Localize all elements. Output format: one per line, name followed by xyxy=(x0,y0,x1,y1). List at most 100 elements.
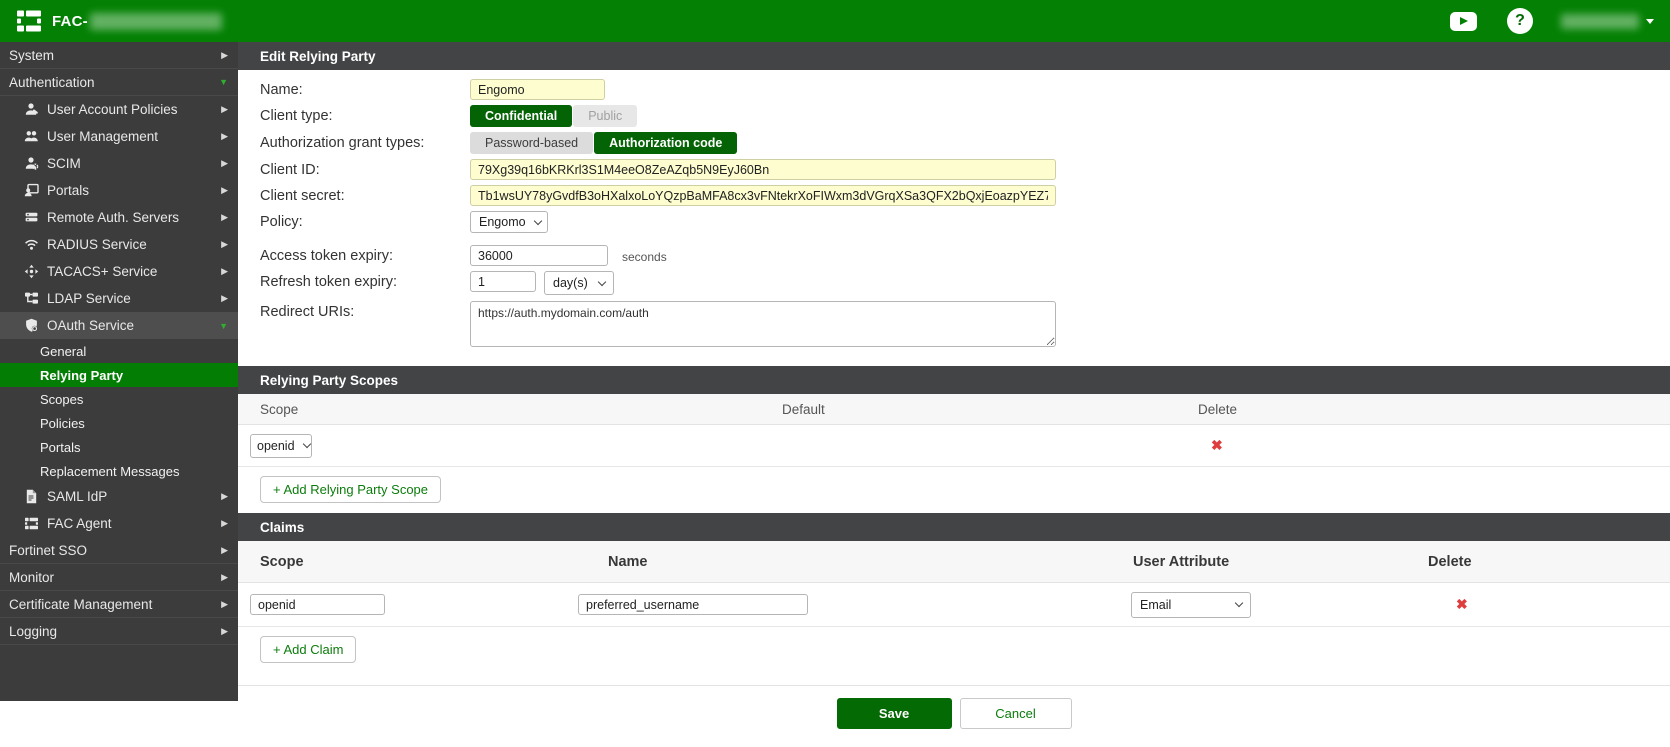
sidebar-item-oauth-service[interactable]: OAuth Service▼ xyxy=(0,312,238,339)
policy-label: Policy: xyxy=(260,211,470,230)
sidebar-item-scopes[interactable]: Scopes xyxy=(0,387,238,411)
user-attribute-select[interactable]: Email xyxy=(1131,592,1251,618)
scope-table-row: openid ✖ xyxy=(238,425,1670,467)
help-icon[interactable]: ? xyxy=(1507,8,1533,34)
claims-col-name: Name xyxy=(578,554,1131,570)
sidebar-item-certificate-management[interactable]: Certificate Management▶ xyxy=(0,591,238,618)
sidebar-item-fac-agent[interactable]: FAC Agent▶ xyxy=(0,510,238,537)
sidebar-item-label: Portals xyxy=(47,183,221,198)
client-type-confidential-button[interactable]: Confidential xyxy=(470,105,572,127)
sidebar-item-fortinet-sso[interactable]: Fortinet SSO▶ xyxy=(0,537,238,564)
sidebar-item-label: OAuth Service xyxy=(47,318,219,333)
user-menu[interactable] xyxy=(1561,14,1654,29)
ldap-tree-icon xyxy=(24,291,39,306)
cancel-button[interactable]: Cancel xyxy=(960,698,1072,729)
refresh-token-unit-select[interactable]: day(s) xyxy=(544,271,614,295)
chevron-down-icon: ▼ xyxy=(219,77,228,87)
chevron-right-icon: ▶ xyxy=(221,131,228,142)
sidebar-item-label: Logging xyxy=(9,624,221,639)
sidebar-item-label: SCIM xyxy=(47,156,221,171)
sidebar-item-general[interactable]: General xyxy=(0,339,238,363)
sidebar-item-label: System xyxy=(9,48,221,63)
save-button[interactable]: Save xyxy=(837,698,952,729)
delete-scope-icon[interactable]: ✖ xyxy=(1211,437,1223,453)
sidebar-item-label: LDAP Service xyxy=(47,291,221,306)
sidebar-item-label: Portals xyxy=(40,440,238,455)
sidebar-item-label: Remote Auth. Servers xyxy=(47,210,221,225)
sidebar-item-label: Relying Party xyxy=(40,368,238,383)
policy-select[interactable]: Engomo xyxy=(470,211,548,233)
add-claim-button[interactable]: + Add Claim xyxy=(260,636,356,663)
sidebar-item-replacement-messages[interactable]: Replacement Messages xyxy=(0,459,238,483)
chevron-down-icon xyxy=(1235,599,1243,607)
user-wrench-icon xyxy=(24,102,39,117)
grant-password-based-button[interactable]: Password-based xyxy=(470,132,593,154)
scope-select[interactable]: openid xyxy=(250,434,312,458)
delete-claim-icon[interactable]: ✖ xyxy=(1456,596,1468,612)
sidebar-item-remote-auth-servers[interactable]: Remote Auth. Servers▶ xyxy=(0,204,238,231)
sidebar-item-label: Policies xyxy=(40,416,238,431)
sidebar-item-system[interactable]: System▶ xyxy=(0,42,238,69)
sidebar-item-user-management[interactable]: User Management▶ xyxy=(0,123,238,150)
client-type-public-button[interactable]: Public xyxy=(573,105,637,127)
scopes-section-title: Relying Party Scopes xyxy=(238,366,1670,394)
client-secret-input[interactable] xyxy=(470,185,1056,206)
sidebar-item-portals[interactable]: Portals▶ xyxy=(0,177,238,204)
chevron-right-icon: ▶ xyxy=(221,239,228,250)
refresh-token-expiry-input[interactable] xyxy=(470,271,536,292)
grant-authorization-code-button[interactable]: Authorization code xyxy=(594,132,737,154)
claims-table-header: Scope Name User Attribute Delete xyxy=(238,541,1670,583)
sidebar-item-scim[interactable]: SCIM▶ xyxy=(0,150,238,177)
chevron-right-icon: ▶ xyxy=(221,50,228,61)
sidebar-item-label: RADIUS Service xyxy=(47,237,221,252)
tacacs-icon xyxy=(24,264,39,279)
sidebar-item-authentication[interactable]: Authentication▼ xyxy=(0,69,238,96)
claim-name-input[interactable] xyxy=(578,594,808,615)
main-content: Edit Relying Party Name: Client type: Co… xyxy=(238,42,1670,747)
sidebar-item-user-account-policies[interactable]: User Account Policies▶ xyxy=(0,96,238,123)
grant-types-label: Authorization grant types: xyxy=(260,132,470,151)
name-input[interactable] xyxy=(470,79,605,100)
chevron-right-icon: ▶ xyxy=(221,491,228,502)
sidebar-item-policies[interactable]: Policies xyxy=(0,411,238,435)
sidebar-item-relying-party[interactable]: Relying Party xyxy=(0,363,238,387)
top-header-bar: FAC- ? xyxy=(0,0,1670,42)
chevron-right-icon: ▶ xyxy=(221,626,228,637)
claim-scope-input[interactable] xyxy=(250,594,385,615)
sidebar-item-label: User Account Policies xyxy=(47,102,221,117)
sidebar-item-portals[interactable]: Portals xyxy=(0,435,238,459)
sidebar-item-label: User Management xyxy=(47,129,221,144)
saml-doc-icon xyxy=(24,489,39,504)
sidebar-nav: System▶Authentication▼User Account Polic… xyxy=(0,42,238,701)
access-token-expiry-input[interactable] xyxy=(470,245,608,266)
add-relying-party-scope-button[interactable]: + Add Relying Party Scope xyxy=(260,476,441,503)
sidebar-item-monitor[interactable]: Monitor▶ xyxy=(0,564,238,591)
sidebar-item-ldap-service[interactable]: LDAP Service▶ xyxy=(0,285,238,312)
hostname-redacted xyxy=(90,13,222,30)
redirect-uris-textarea[interactable]: https://auth.mydomain.com/auth xyxy=(470,301,1056,347)
client-id-label: Client ID: xyxy=(260,159,470,178)
sidebar-item-label: SAML IdP xyxy=(47,489,221,504)
chevron-down-icon: ▼ xyxy=(219,321,228,331)
sidebar-item-label: TACACS+ Service xyxy=(47,264,221,279)
sidebar-item-label: Monitor xyxy=(9,570,221,585)
chevron-down-icon xyxy=(1646,19,1654,24)
chevron-right-icon: ▶ xyxy=(221,104,228,115)
chevron-right-icon: ▶ xyxy=(221,572,228,583)
redirect-uris-label: Redirect URIs: xyxy=(260,301,470,320)
claims-col-user-attribute: User Attribute xyxy=(1131,554,1428,570)
access-token-unit-label: seconds xyxy=(622,245,667,264)
sidebar-item-saml-idp[interactable]: SAML IdP▶ xyxy=(0,483,238,510)
sidebar-item-label: Certificate Management xyxy=(9,597,221,612)
sidebar-item-label: FAC Agent xyxy=(47,516,221,531)
video-tutorials-icon[interactable] xyxy=(1450,12,1477,31)
chevron-right-icon: ▶ xyxy=(221,293,228,304)
chevron-down-icon xyxy=(533,216,541,224)
chevron-right-icon: ▶ xyxy=(221,266,228,277)
sidebar-item-logging[interactable]: Logging▶ xyxy=(0,618,238,645)
sidebar-item-tacacs-service[interactable]: TACACS+ Service▶ xyxy=(0,258,238,285)
sidebar-item-radius-service[interactable]: RADIUS Service▶ xyxy=(0,231,238,258)
client-id-input[interactable] xyxy=(470,159,1056,180)
claim-table-row: Email ✖ xyxy=(238,583,1670,627)
sidebar-item-label: Authentication xyxy=(9,75,219,90)
